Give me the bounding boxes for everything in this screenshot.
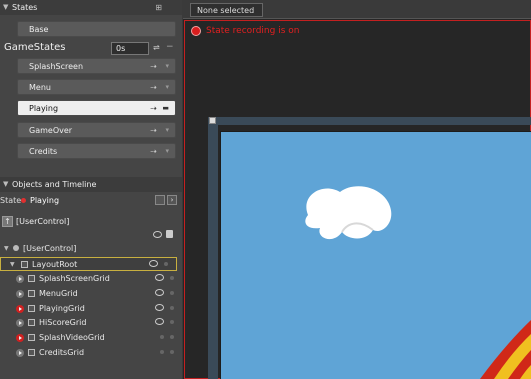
add-state-group-icon[interactable]: ⊞ [155,3,162,12]
states-panel-title: States [12,3,38,12]
tree-item-label: SplashVideoGrid [39,333,105,342]
recording-status-text: State recording is on [206,26,300,36]
add-transition-icon[interactable]: ⇢ [150,147,157,156]
tree-item-label: MenuGrid [39,289,78,298]
eye-icon[interactable] [149,260,158,267]
lock-dot-icon[interactable] [170,306,174,310]
recording-toggle-icon[interactable] [191,26,201,36]
eye-icon[interactable] [155,304,164,311]
tree-item-label: LayoutRoot [32,260,78,269]
eye-icon[interactable] [155,289,164,296]
state-button-gameover[interactable]: GameOver ⇢ ▾ [17,122,176,138]
delete-state-icon[interactable]: ▬ [162,104,169,112]
state-button-splashscreen[interactable]: SplashScreen ⇢ ▾ [17,58,176,74]
tree-item-label: CreditsGrid [39,348,85,357]
recorded-expand-arrow-icon[interactable] [16,334,24,342]
add-transition-icon[interactable]: ⇢ [150,104,157,113]
grid-icon [28,305,35,312]
recorded-expand-arrow-icon[interactable] [16,305,24,313]
state-label: Playing [29,104,59,113]
current-state-row: State Playing › [0,194,182,208]
remove-group-icon[interactable]: − [166,42,174,52]
lock-dot-icon[interactable] [170,320,174,324]
state-button-credits[interactable]: Credits ⇢ ▾ [17,143,176,159]
eye-icon[interactable] [155,274,164,281]
eye-icon[interactable] [153,231,162,238]
chevron-down-icon[interactable]: ▾ [165,147,169,155]
expand-arrow-icon[interactable] [16,319,24,327]
grid-icon [28,349,35,356]
eye-icon[interactable] [155,318,164,325]
expand-arrow-icon[interactable] [16,349,24,357]
expand-arrow-icon[interactable]: ▼ [4,245,9,252]
artboard-top-ruler [208,117,531,125]
chevron-down-icon[interactable]: ▾ [165,62,169,70]
tree-item-label: HiScoreGrid [39,318,87,327]
tree-item-playinggrid[interactable]: PlayingGrid [0,302,182,316]
lock-dot-icon[interactable] [170,335,174,339]
state-label: GameOver [29,126,73,135]
lock-dot-icon[interactable] [170,291,174,295]
add-transition-icon[interactable]: ⇢ [150,62,157,71]
state-label: SplashScreen [29,62,84,71]
artboard-corner-icon[interactable] [209,117,216,124]
open-timeline-icon[interactable]: › [167,195,177,205]
chevron-down-icon[interactable]: ▾ [165,126,169,134]
chevron-down-icon[interactable]: ▾ [165,83,169,91]
add-transition-icon[interactable]: ⇢ [150,126,157,135]
tree-item-layoutroot[interactable]: ▼ LayoutRoot [0,257,177,271]
objects-panel-title: Objects and Timeline [12,180,97,189]
scope-row: ↑ [UserControl] [0,213,182,243]
add-transition-icon[interactable]: ⇌ [153,43,160,52]
grid-icon [28,334,35,341]
artboard-left-ruler [208,125,218,379]
tree-item-label: SplashScreenGrid [39,274,110,283]
state-prefix-label: State [0,196,22,205]
rainbow-graphic[interactable] [470,300,531,379]
usercontrol-icon [13,245,19,251]
state-button-menu[interactable]: Menu ⇢ ▾ [17,79,176,95]
objects-panel-header[interactable]: ▼ Objects and Timeline [0,177,182,192]
timeline-toggle-icon[interactable] [155,195,165,205]
tree-item-usercontrol[interactable]: ▼ [UserControl] [0,242,182,256]
tree-item-splashvideogrid[interactable]: SplashVideoGrid [0,331,182,345]
state-label: Credits [29,147,58,156]
recording-dot-icon [21,198,26,203]
lock-icon[interactable] [166,230,173,238]
expand-arrow-icon[interactable] [16,275,24,283]
states-panel-header[interactable]: ▼ States ⊞ [0,0,182,15]
lock-dot-icon[interactable] [170,276,174,280]
visibility-dot-icon[interactable] [160,350,164,354]
tree-item-label: PlayingGrid [39,304,85,313]
grid-icon [21,261,28,268]
add-transition-icon[interactable]: ⇢ [150,83,157,92]
grid-icon [28,290,35,297]
lock-dot-icon[interactable] [170,350,174,354]
collapse-triangle-icon[interactable]: ▼ [3,180,8,188]
expand-arrow-icon[interactable]: ▼ [10,261,15,268]
collapse-triangle-icon[interactable]: ▼ [3,3,8,11]
grid-icon [28,275,35,282]
expand-arrow-icon[interactable] [16,290,24,298]
state-button-playing[interactable]: Playing ⇢ ▬ [17,100,176,116]
lock-dot-icon[interactable] [164,262,168,266]
grid-icon [28,319,35,326]
scope-label: [UserControl] [16,217,70,226]
transition-duration-field[interactable]: 0s [111,42,149,55]
base-state-label: Base [29,25,49,34]
state-label: Menu [29,83,51,92]
tree-item-menugrid[interactable]: MenuGrid [0,287,182,301]
cloud-graphic[interactable] [298,180,398,250]
tree-item-creditsgrid[interactable]: CreditsGrid [0,346,182,360]
tree-item-label: [UserControl] [23,244,77,253]
tree-item-splashscreengrid[interactable]: SplashScreenGrid [0,272,182,286]
base-state-button[interactable]: Base [17,21,176,37]
selection-tab[interactable]: None selected [190,3,263,17]
visibility-dot-icon[interactable] [160,335,164,339]
tree-item-hiscoregrid[interactable]: HiScoreGrid [0,316,182,330]
current-state-value: Playing [30,196,60,205]
state-group-name: GameStates [4,42,66,53]
scope-up-icon[interactable]: ↑ [2,216,13,227]
